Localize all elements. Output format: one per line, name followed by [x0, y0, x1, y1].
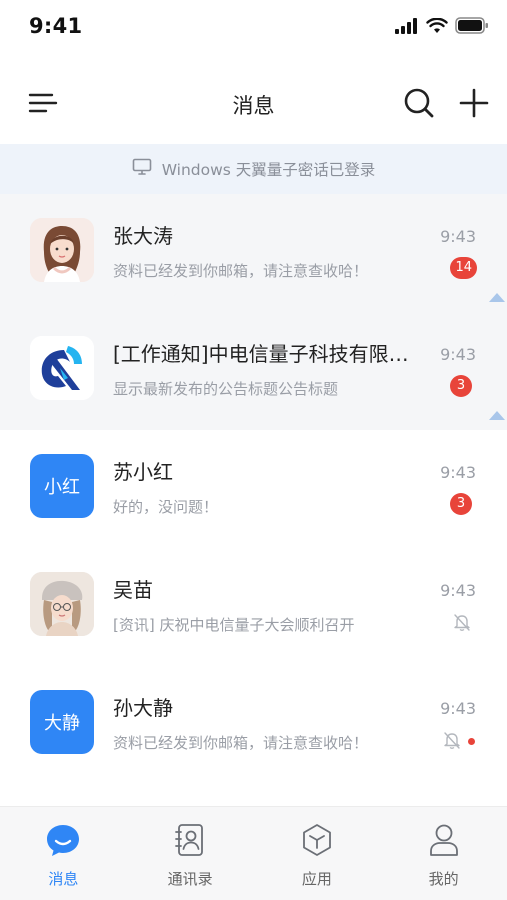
- login-notice-banner[interactable]: Windows 天翼量子密话已登录: [0, 144, 507, 194]
- pin-indicator-icon: [489, 411, 505, 420]
- conversation-item[interactable]: [工作通知]中电信量子科技有限公司 显示最新发布的公告标题公告标题 9:43 3: [0, 312, 507, 430]
- search-icon: [403, 87, 435, 123]
- avatar: [30, 572, 94, 636]
- conversation-preview: 资料已经发到你邮箱，请注意查收哈！: [113, 734, 369, 752]
- battery-icon: [455, 17, 489, 38]
- conversation-item[interactable]: 吴苗 [资讯] 庆祝中电信量子大会顺利召开 9:43: [0, 548, 507, 666]
- apps-cube-icon: [298, 821, 336, 859]
- conversation-time: 9:43: [440, 699, 476, 718]
- tab-label: 通讯录: [167, 870, 213, 888]
- conversation-name: 张大涛: [113, 224, 173, 248]
- conversation-time: 9:43: [440, 581, 476, 600]
- tab-label: 消息: [48, 870, 79, 888]
- contacts-icon: [171, 821, 209, 859]
- tab-label: 我的: [428, 870, 459, 888]
- bottom-tab-bar: 消息 通讯录 应用 我的: [0, 806, 507, 900]
- tab-messages[interactable]: 消息: [0, 807, 127, 900]
- status-icons: [395, 17, 489, 38]
- tab-contacts[interactable]: 通讯录: [127, 807, 254, 900]
- unread-badge: 14: [450, 257, 477, 279]
- avatar: 小红: [30, 454, 94, 518]
- pin-indicator-icon: [489, 293, 505, 302]
- tab-apps[interactable]: 应用: [254, 807, 381, 900]
- avatar: 大静: [30, 690, 94, 754]
- conversation-item[interactable]: 小红 苏小红 好的，没问题！ 9:43 3: [0, 430, 507, 548]
- avatar: [30, 336, 94, 400]
- profile-icon: [425, 821, 463, 859]
- unread-badge: 3: [450, 493, 472, 515]
- conversation-item[interactable]: 张大涛 资料已经发到你邮箱，请注意查收哈！ 9:43 14: [0, 194, 507, 312]
- conversation-item[interactable]: 大静 孙大静 资料已经发到你邮箱，请注意查收哈！ 9:43: [0, 666, 507, 784]
- mute-bell-icon: [442, 730, 462, 754]
- add-button[interactable]: [457, 88, 491, 122]
- tab-profile[interactable]: 我的: [380, 807, 507, 900]
- status-time: 9:41: [29, 14, 83, 38]
- conversation-preview: 资料已经发到你邮箱，请注意查收哈！: [113, 262, 369, 280]
- conversation-time: 9:43: [440, 227, 476, 246]
- unread-dot: [468, 738, 475, 745]
- conversation-name: 吴苗: [113, 578, 153, 602]
- tab-label: 应用: [301, 870, 332, 888]
- nav-bar: 消息: [0, 72, 507, 136]
- login-notice-text: Windows 天翼量子密话已登录: [161, 161, 376, 179]
- conversation-name: 孙大静: [113, 696, 173, 720]
- conversation-time: 9:43: [440, 463, 476, 482]
- avatar: [30, 218, 94, 282]
- conversation-name: [工作通知]中电信量子科技有限公司: [113, 342, 425, 366]
- conversation-preview: 好的，没问题！: [113, 498, 219, 516]
- chat-bubble-icon: [44, 821, 82, 859]
- signal-icon: [395, 17, 419, 38]
- status-bar: 9:41: [0, 0, 507, 56]
- conversation-preview: [资讯] 庆祝中电信量子大会顺利召开: [113, 616, 355, 634]
- mute-bell-icon: [452, 612, 472, 636]
- conversation-time: 9:43: [440, 345, 476, 364]
- plus-icon: [459, 88, 489, 122]
- conversation-list: 张大涛 资料已经发到你邮箱，请注意查收哈！ 9:43 14 [工作通知]中电信量…: [0, 194, 507, 784]
- search-button[interactable]: [402, 88, 436, 122]
- monitor-icon: [132, 158, 152, 180]
- unread-badge: 3: [450, 375, 472, 397]
- wifi-icon: [426, 17, 448, 38]
- conversation-preview: 显示最新发布的公告标题公告标题: [113, 380, 339, 398]
- conversation-name: 苏小红: [113, 460, 173, 484]
